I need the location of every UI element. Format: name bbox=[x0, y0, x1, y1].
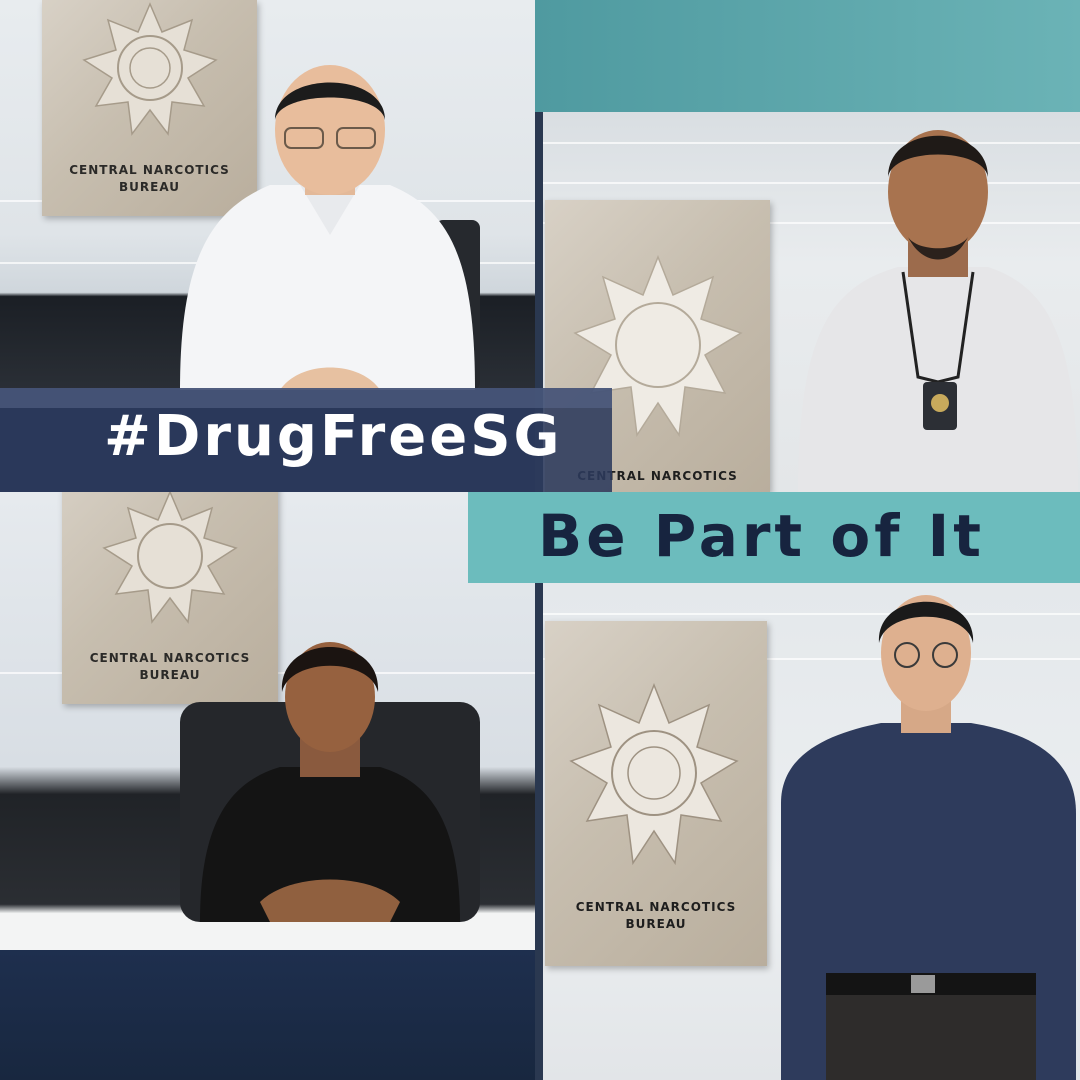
vertical-divider bbox=[535, 112, 543, 1080]
person-woman-black-top bbox=[180, 642, 480, 922]
plaque-line-2: BUREAU bbox=[625, 917, 687, 931]
photo-bottom-left: CENTRAL NARCOTICS BUREAU bbox=[0, 492, 535, 950]
cnb-emblem-icon bbox=[569, 683, 739, 866]
person-man-navy-shirt bbox=[781, 595, 1076, 1080]
person-man-grey-shirt bbox=[798, 130, 1078, 492]
cnb-plaque: CENTRAL NARCOTICS BUREAU bbox=[545, 621, 767, 966]
tagline-text: Be Part of It bbox=[538, 502, 985, 570]
photo-bottom-right: CENTRAL NARCOTICS BUREAU bbox=[543, 583, 1080, 1080]
person-man-white-shirt bbox=[180, 65, 480, 390]
hashtag-text: #DrugFreeSG bbox=[104, 404, 563, 469]
navy-block-bottom bbox=[0, 950, 545, 1080]
photo-top-left: CENTRAL NARCOTICS BUREAU bbox=[0, 0, 535, 390]
teal-band-top bbox=[535, 0, 1080, 112]
photo-top-right: CENTRAL NARCOTICS bbox=[543, 112, 1080, 492]
plaque-line-1: CENTRAL NARCOTICS bbox=[575, 900, 737, 914]
